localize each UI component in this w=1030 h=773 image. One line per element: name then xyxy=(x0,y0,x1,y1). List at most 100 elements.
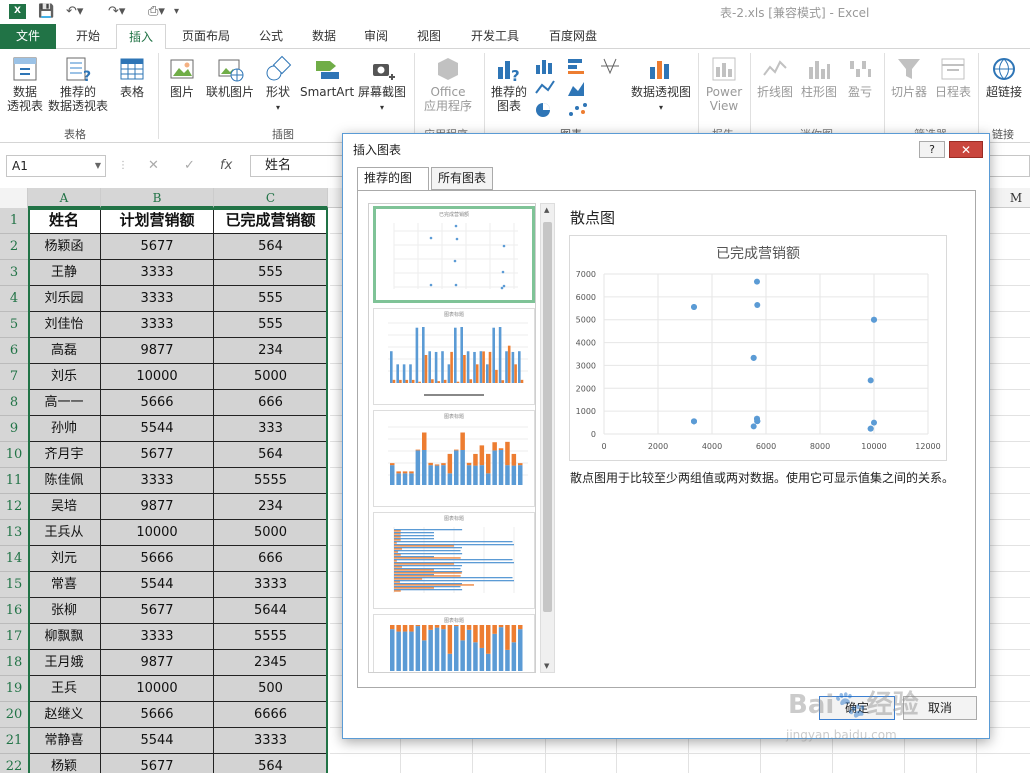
smartart-button[interactable]: SmartArt xyxy=(300,55,354,99)
table-cell[interactable]: 555 xyxy=(214,286,328,312)
print-preview-icon[interactable]: ⎙▾ xyxy=(148,2,165,22)
table-cell[interactable]: 3333 xyxy=(214,572,328,598)
chart-thumbnail-column[interactable]: 图表标题 xyxy=(373,308,535,405)
undo-icon[interactable]: ↶▾ xyxy=(66,2,83,22)
pie-chart-icon[interactable] xyxy=(534,101,558,119)
recommended-pivottable-button[interactable]: ? 推荐的 数据透视表 xyxy=(48,55,108,113)
row-header[interactable]: 7 xyxy=(0,364,28,390)
table-cell[interactable]: 5677 xyxy=(101,598,214,624)
table-cell[interactable]: 孙帅 xyxy=(28,416,101,442)
table-cell[interactable]: 666 xyxy=(214,546,328,572)
row-header[interactable]: 2 xyxy=(0,234,28,260)
tab-formulas[interactable]: 公式 xyxy=(246,24,296,49)
column-header-c[interactable]: C xyxy=(214,188,328,208)
row-header[interactable]: 6 xyxy=(0,338,28,364)
table-cell[interactable]: 3333 xyxy=(101,468,214,494)
thumbnail-scrollbar[interactable]: ▲ ▼ xyxy=(540,203,555,673)
table-cell[interactable]: 564 xyxy=(214,442,328,468)
tab-developer[interactable]: 开发工具 xyxy=(458,24,532,49)
tab-file[interactable]: 文件 xyxy=(0,24,56,49)
area-chart-icon[interactable] xyxy=(566,79,590,97)
cancel-icon[interactable]: ✕ xyxy=(148,155,159,177)
tab-all-charts[interactable]: 所有图表 xyxy=(431,167,493,190)
table-cell[interactable]: 5677 xyxy=(101,442,214,468)
close-button[interactable]: ✕ xyxy=(949,141,983,158)
row-header[interactable]: 14 xyxy=(0,546,28,572)
table-cell[interactable]: 5555 xyxy=(214,624,328,650)
scroll-down-icon[interactable]: ▼ xyxy=(544,662,549,670)
table-cell[interactable]: 吴培 xyxy=(28,494,101,520)
sparkline-winloss-button[interactable]: 盈亏 xyxy=(842,55,878,99)
row-header[interactable]: 16 xyxy=(0,598,28,624)
table-cell[interactable]: 陈佳佩 xyxy=(28,468,101,494)
table-cell[interactable]: 刘元 xyxy=(28,546,101,572)
bar-chart-icon[interactable] xyxy=(566,57,590,75)
power-view-button[interactable]: Power View xyxy=(702,55,746,113)
row-header[interactable]: 5 xyxy=(0,312,28,338)
tab-page-layout[interactable]: 页面布局 xyxy=(170,24,242,49)
pivotchart-button[interactable]: 数据透视图 ▾ xyxy=(628,55,694,115)
tab-recommended-charts[interactable]: 推荐的图表 xyxy=(357,167,429,206)
column-title-cell[interactable]: 姓名 xyxy=(28,208,101,234)
redo-icon[interactable]: ↷▾ xyxy=(108,2,125,22)
screenshot-button[interactable]: 屏幕截图 ▾ xyxy=(356,55,408,115)
table-cell[interactable]: 赵继义 xyxy=(28,702,101,728)
column-header-b[interactable]: B xyxy=(101,188,214,208)
table-cell[interactable]: 刘乐 xyxy=(28,364,101,390)
table-cell[interactable]: 3333 xyxy=(101,312,214,338)
column-title-cell[interactable]: 已完成营销额 xyxy=(214,208,328,234)
tab-insert[interactable]: 插入 xyxy=(116,24,166,50)
table-cell[interactable]: 10000 xyxy=(101,676,214,702)
table-cell[interactable]: 9877 xyxy=(101,494,214,520)
table-cell[interactable]: 666 xyxy=(214,390,328,416)
row-header[interactable]: 18 xyxy=(0,650,28,676)
row-header[interactable]: 3 xyxy=(0,260,28,286)
column-chart-icon[interactable] xyxy=(534,57,558,75)
slicer-button[interactable]: 切片器 xyxy=(888,55,930,99)
table-cell[interactable]: 564 xyxy=(214,754,328,773)
table-cell[interactable]: 3333 xyxy=(101,260,214,286)
table-button[interactable]: 表格 xyxy=(114,55,150,99)
table-cell[interactable]: 5544 xyxy=(101,416,214,442)
online-picture-button[interactable]: 联机图片 xyxy=(204,55,256,99)
row-header[interactable]: 1 xyxy=(0,208,28,234)
tab-home[interactable]: 开始 xyxy=(60,24,116,49)
table-cell[interactable]: 5555 xyxy=(214,468,328,494)
row-header[interactable]: 17 xyxy=(0,624,28,650)
picture-button[interactable]: 图片 xyxy=(166,55,198,99)
column-header-a[interactable]: A xyxy=(28,188,101,208)
shapes-button[interactable]: 形状 ▾ xyxy=(260,55,296,115)
row-header[interactable]: 11 xyxy=(0,468,28,494)
row-header[interactable]: 22 xyxy=(0,754,28,773)
customize-qat-icon[interactable]: ▾ xyxy=(174,2,179,22)
table-cell[interactable]: 5666 xyxy=(101,390,214,416)
sparkline-line-button[interactable]: 折线图 xyxy=(754,55,796,99)
table-cell[interactable]: 5666 xyxy=(101,546,214,572)
table-cell[interactable]: 杨颖 xyxy=(28,754,101,773)
hyperlink-button[interactable]: 超链接 xyxy=(982,55,1026,99)
table-cell[interactable]: 234 xyxy=(214,338,328,364)
chart-thumbnail-percent-column[interactable]: 图表标题 xyxy=(373,614,535,672)
row-header[interactable]: 21 xyxy=(0,728,28,754)
table-cell[interactable]: 常静喜 xyxy=(28,728,101,754)
table-cell[interactable]: 6666 xyxy=(214,702,328,728)
line-chart-icon[interactable] xyxy=(534,79,558,97)
table-cell[interactable]: 王月娥 xyxy=(28,650,101,676)
table-cell[interactable]: 3333 xyxy=(214,728,328,754)
table-cell[interactable]: 5000 xyxy=(214,364,328,390)
table-cell[interactable]: 高磊 xyxy=(28,338,101,364)
table-cell[interactable]: 555 xyxy=(214,260,328,286)
table-cell[interactable]: 234 xyxy=(214,494,328,520)
table-cell[interactable]: 5677 xyxy=(101,234,214,260)
chart-thumbnail-bar[interactable]: 图表标题 xyxy=(373,512,535,609)
table-cell[interactable]: 5000 xyxy=(214,520,328,546)
table-cell[interactable]: 333 xyxy=(214,416,328,442)
table-cell[interactable]: 杨颖函 xyxy=(28,234,101,260)
table-cell[interactable]: 3333 xyxy=(101,286,214,312)
table-cell[interactable]: 刘佳怡 xyxy=(28,312,101,338)
tab-baidu-netdisk[interactable]: 百度网盘 xyxy=(536,24,610,49)
table-cell[interactable]: 齐月宇 xyxy=(28,442,101,468)
row-header[interactable]: 10 xyxy=(0,442,28,468)
table-cell[interactable]: 9877 xyxy=(101,650,214,676)
table-cell[interactable]: 王静 xyxy=(28,260,101,286)
